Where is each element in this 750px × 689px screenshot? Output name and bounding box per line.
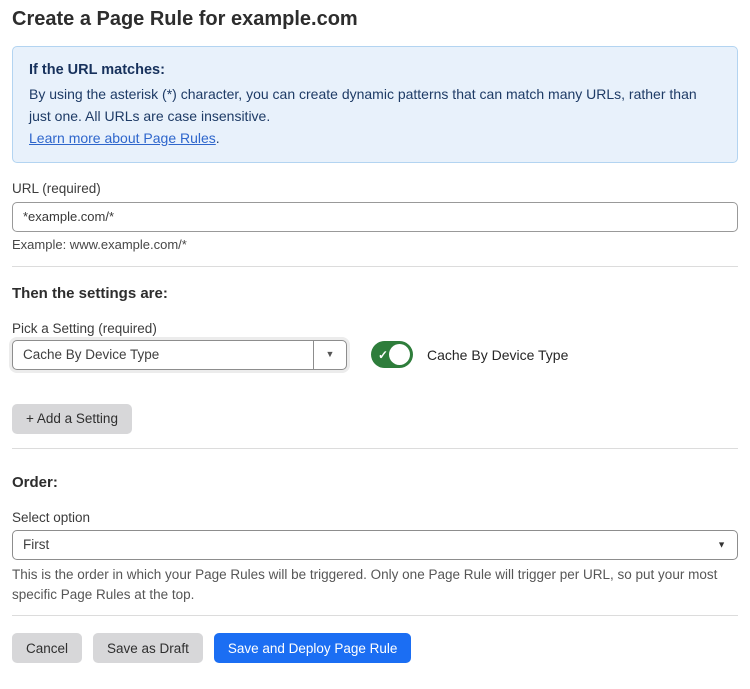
url-match-info-box: If the URL matches: By using the asteris… bbox=[12, 46, 738, 163]
toggle-knob bbox=[389, 344, 410, 365]
check-icon: ✓ bbox=[378, 348, 388, 360]
chevron-down-icon: ▼ bbox=[326, 350, 335, 359]
setting-dropdown[interactable]: Cache By Device Type ▼ bbox=[12, 340, 347, 370]
setting-row: Cache By Device Type ▼ ✓ Cache By Device… bbox=[12, 340, 738, 370]
setting-dropdown-value: Cache By Device Type bbox=[13, 341, 313, 369]
order-select-label: Select option bbox=[12, 510, 738, 525]
page-title: Create a Page Rule for example.com bbox=[12, 8, 738, 31]
learn-more-link[interactable]: Learn more about Page Rules bbox=[29, 130, 216, 146]
order-select[interactable]: First ▼ bbox=[12, 530, 738, 560]
save-as-draft-button[interactable]: Save as Draft bbox=[93, 633, 203, 663]
page-rule-form: Create a Page Rule for example.com If th… bbox=[0, 0, 750, 689]
divider bbox=[12, 266, 738, 267]
order-helper-text: This is the order in which your Page Rul… bbox=[12, 565, 730, 607]
divider bbox=[12, 615, 738, 616]
setting-picker-label: Pick a Setting (required) bbox=[12, 321, 738, 336]
divider bbox=[12, 448, 738, 449]
add-setting-button[interactable]: + Add a Setting bbox=[12, 404, 132, 434]
setting-dropdown-arrow-button[interactable]: ▼ bbox=[313, 341, 346, 369]
info-box-body-text: By using the asterisk (*) character, you… bbox=[29, 86, 697, 124]
info-box-body: By using the asterisk (*) character, you… bbox=[29, 84, 721, 149]
footer-actions: Cancel Save as Draft Save and Deploy Pag… bbox=[12, 633, 738, 663]
link-suffix: . bbox=[216, 130, 220, 146]
info-box-heading: If the URL matches: bbox=[29, 59, 721, 81]
cancel-button[interactable]: Cancel bbox=[12, 633, 82, 663]
setting-toggle-label: Cache By Device Type bbox=[427, 347, 568, 363]
settings-section-heading: Then the settings are: bbox=[12, 284, 738, 303]
url-field-label: URL (required) bbox=[12, 181, 738, 196]
setting-toggle[interactable]: ✓ bbox=[371, 341, 413, 368]
save-and-deploy-button[interactable]: Save and Deploy Page Rule bbox=[214, 633, 412, 663]
order-select-value: First bbox=[23, 537, 49, 552]
url-helper-text: Example: www.example.com/* bbox=[12, 237, 738, 252]
chevron-down-icon: ▼ bbox=[717, 540, 726, 549]
order-section-heading: Order: bbox=[12, 473, 738, 492]
url-input[interactable] bbox=[12, 202, 738, 232]
